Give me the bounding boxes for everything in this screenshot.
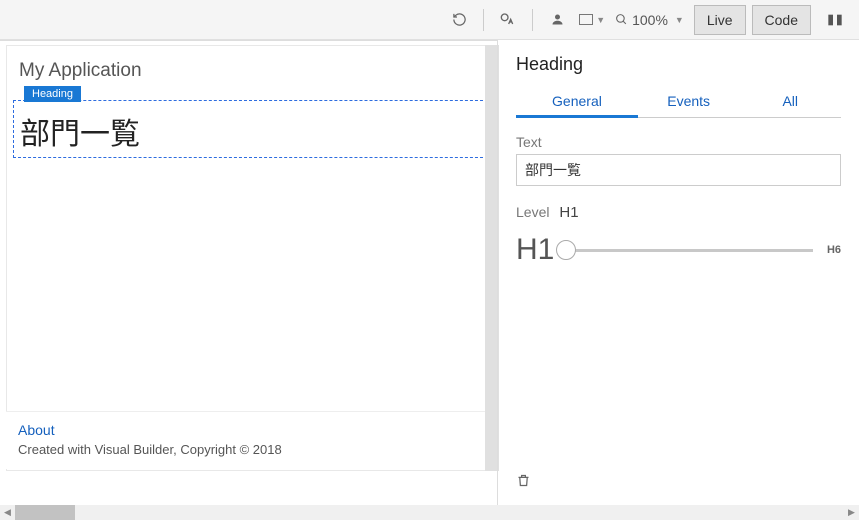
- level-value: H1: [559, 204, 578, 221]
- level-row: Level H1: [516, 204, 841, 221]
- horizontal-scrollbar[interactable]: ◀ ▶: [0, 505, 859, 520]
- code-button[interactable]: Code: [752, 5, 811, 35]
- slider-knob[interactable]: [556, 240, 576, 260]
- reload-icon[interactable]: [443, 4, 475, 36]
- selection-tag: Heading: [24, 86, 81, 102]
- level-slider[interactable]: [562, 249, 813, 252]
- panel-title: Heading: [516, 54, 841, 75]
- toolbar-divider: [483, 9, 484, 31]
- copyright-text: Created with Visual Builder, Copyright ©…: [18, 442, 483, 457]
- text-field-label: Text: [516, 134, 841, 150]
- tab-all[interactable]: All: [739, 87, 841, 117]
- design-canvas: My Application Heading 部門一覧 About Create…: [0, 40, 497, 505]
- scroll-right-icon[interactable]: ▶: [844, 505, 859, 520]
- translate-icon[interactable]: [492, 4, 524, 36]
- app-footer: About Created with Visual Builder, Copyr…: [6, 411, 495, 469]
- properties-panel: Heading General Events All Text Level H1…: [497, 40, 859, 505]
- about-link[interactable]: About: [18, 422, 55, 438]
- tab-general[interactable]: General: [516, 87, 638, 118]
- text-input[interactable]: [516, 154, 841, 186]
- panel-toggle-icon[interactable]: [819, 4, 851, 36]
- scroll-thumb[interactable]: [15, 505, 75, 520]
- zoom-select[interactable]: 100% ▼: [611, 12, 688, 28]
- zoom-value: 100%: [632, 12, 668, 28]
- toolbar-divider: [532, 9, 533, 31]
- level-slider-row: H1 H6: [516, 233, 841, 267]
- scroll-left-icon[interactable]: ◀: [0, 505, 15, 520]
- top-toolbar: ▼ 100% ▼ Live Code: [0, 0, 859, 40]
- property-tabs: General Events All: [516, 87, 841, 118]
- tab-events[interactable]: Events: [638, 87, 740, 117]
- heading-component[interactable]: Heading 部門一覧: [13, 100, 488, 158]
- slider-max-label: H6: [827, 244, 841, 256]
- level-label: Level: [516, 204, 549, 220]
- viewport-select[interactable]: ▼: [575, 4, 609, 36]
- heading-text: 部門一覧: [20, 109, 481, 153]
- live-button[interactable]: Live: [694, 5, 746, 35]
- slider-min-label: H1: [516, 233, 554, 267]
- user-icon[interactable]: [541, 4, 573, 36]
- delete-icon[interactable]: [516, 473, 531, 493]
